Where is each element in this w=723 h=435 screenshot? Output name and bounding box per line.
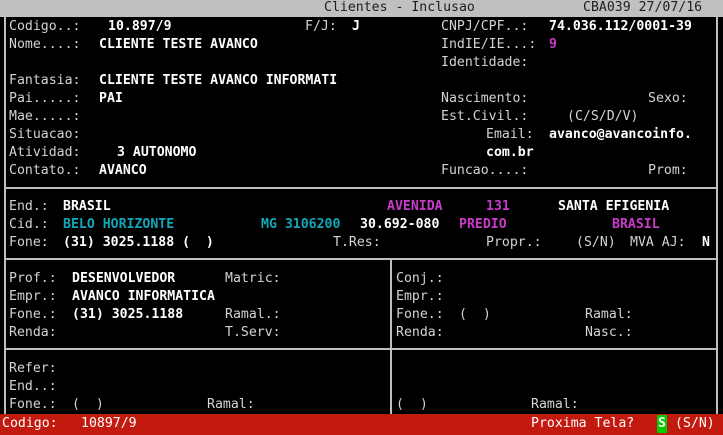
divider-2 [4,258,718,260]
work-fone-field[interactable]: (31) 3025.1188 [72,306,183,324]
contato-field[interactable]: AVANCO [99,162,147,180]
pai-label: Pai.....: [9,91,81,106]
fj-field[interactable]: J [352,18,360,36]
building-type-field[interactable]: PREDIO [459,216,507,234]
cep-field[interactable]: 30.692-080 [360,216,439,234]
atividade-field[interactable]: 3 AUTONOMO [117,144,196,162]
footer-codigo-value: 10897/9 [81,416,137,431]
fj-label: F/J: [305,19,337,34]
work-empr-label: Empr.: [9,289,57,304]
tres-label: T.Res: [333,235,381,250]
propr-label: Propr.: [486,235,542,250]
ref-fone-field[interactable]: ( ) [72,396,104,414]
terminal-screen: Clientes - Inclusao CBA039 27/07/16 Codi… [0,0,723,435]
ref-end-label: End..: [9,379,57,394]
email-label: Email: [486,127,534,142]
spouse-fone-field[interactable]: ( ) [459,306,491,324]
matric-label: Matric: [225,271,281,286]
tserv-label: T.Serv: [225,325,281,340]
codigo-label: Codigo..: [9,19,81,34]
fone-label: Fone: [9,235,49,250]
ref-ramal2-label: Ramal: [531,397,579,412]
next-screen-options: (S/N) [675,416,715,431]
work-fone-label: Fone.: [9,307,57,322]
cnpj-label: CNPJ/CPF..: [441,19,529,34]
codigo-field[interactable]: 10.897/9 [108,18,172,36]
propr-options: (S/N) [576,235,616,250]
spouse-fone-label: Fone.: [396,307,444,322]
fone-field[interactable]: (31) 3025.1188 ( ) [63,234,214,252]
divider-vertical [390,260,392,414]
indie-label: IndIE/IE...: [441,37,537,52]
identidade-label: Identidade: [441,55,529,70]
nascimento-label: Nascimento: [441,91,529,106]
state-code-field[interactable]: MG 3106200 [261,216,340,234]
conj-label: Conj.: [396,271,444,286]
sexo-label: Sexo: [648,91,688,106]
contato-label: Contato.: [9,163,81,178]
end-label: End.: [9,199,49,214]
ref-ramal-label: Ramal: [207,397,255,412]
work-empr-field[interactable]: AVANCO INFORMATICA [72,288,215,306]
mae-label: Mae.....: [9,109,81,124]
indie-field[interactable]: 9 [549,36,557,54]
next-screen-prompt: Proxima Tela? [531,416,635,431]
spouse-empr-label: Empr.: [396,289,444,304]
cid-label: Cid.: [9,217,49,232]
prof-field[interactable]: DESENVOLVEDOR [72,270,175,288]
atividade-label: Atividad: [9,145,81,160]
work-ramal-label: Ramal.: [225,307,281,322]
spouse-ramal-label: Ramal: [585,307,633,322]
street-number-field[interactable]: 131 [486,198,510,216]
email-field-continued[interactable]: com.br [486,144,534,162]
ref-fone2-field[interactable]: ( ) [396,396,428,414]
ref-fone-label: Fone.: [9,397,57,412]
prof-label: Prof.: [9,271,57,286]
country-field[interactable]: BRASIL [612,216,660,234]
next-screen-input[interactable]: S [657,415,667,433]
program-code-date: CBA039 27/07/16 [583,0,703,15]
divider-3 [4,348,718,350]
email-field[interactable]: avanco@avancoinfo. [549,126,692,144]
work-renda-label: Renda: [9,325,57,340]
refer-label: Refer: [9,361,57,376]
title-bar: Clientes - Inclusao CBA039 27/07/16 [0,0,723,17]
neighborhood-field[interactable]: SANTA EFIGENIA [558,198,669,216]
footer-codigo-label: Codigo: [2,416,58,431]
nome-label: Nome....: [9,37,81,52]
frame-left-border [4,17,6,414]
pai-field[interactable]: PAI [99,90,123,108]
status-bar: Codigo: 10897/9 Proxima Tela? S (S/N) [0,414,723,435]
mva-field[interactable]: N [702,234,710,252]
estcivil-options: (C/S/D/V) [567,109,639,124]
mva-label: MVA AJ: [630,235,686,250]
street-type-field[interactable]: AVENIDA [387,198,443,216]
prom-label: Prom: [648,163,688,178]
cnpj-field[interactable]: 74.036.112/0001-39 [549,18,692,36]
window-title: Clientes - Inclusao [324,0,475,15]
city-field[interactable]: BELO HORIZONTE [63,216,174,234]
fantasia-label: Fantasia: [9,73,81,88]
spouse-nasc-label: Nasc.: [585,325,633,340]
funcao-label: Funcao....: [441,163,529,178]
spouse-renda-label: Renda: [396,325,444,340]
situacao-label: Situacao: [9,127,81,142]
nome-field[interactable]: CLIENTE TESTE AVANCO [99,36,258,54]
frame-right-border [716,17,718,414]
end-field[interactable]: BRASIL [63,198,111,216]
estcivil-label: Est.Civil.: [441,109,529,124]
fantasia-field[interactable]: CLIENTE TESTE AVANCO INFORMATI [99,72,337,90]
divider-1 [4,187,718,189]
